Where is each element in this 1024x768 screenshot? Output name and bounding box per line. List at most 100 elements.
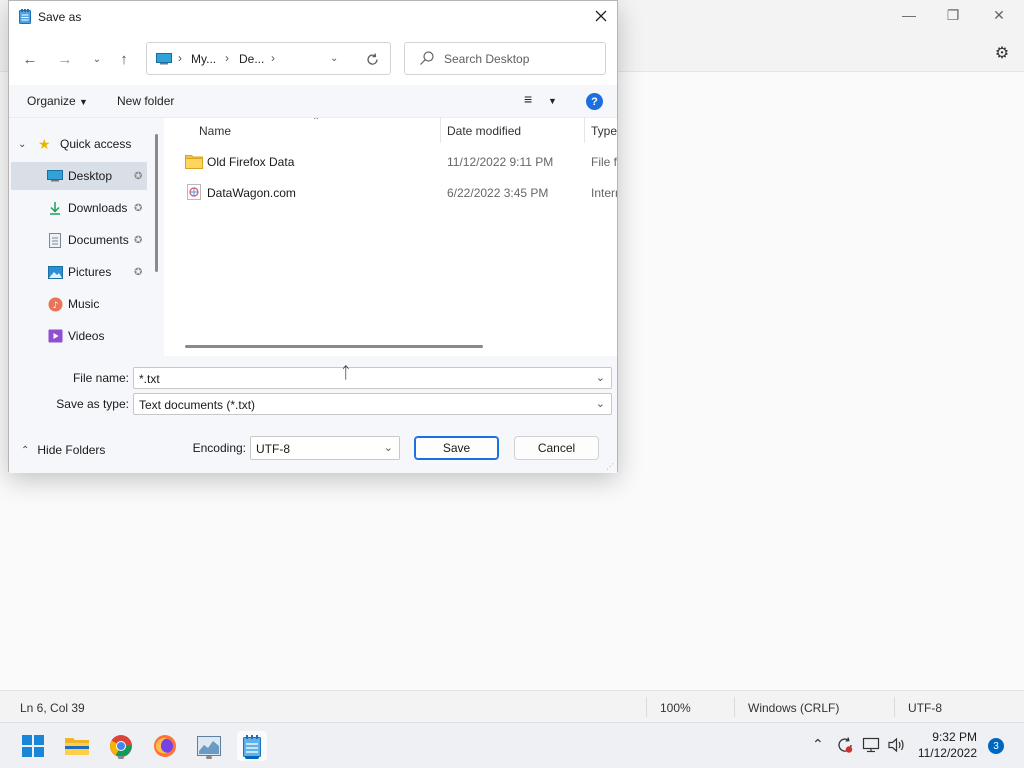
view-options-icon[interactable]: ≡ [524,91,532,107]
file-name: Old Firefox Data [207,155,295,169]
volume-icon[interactable] [888,737,906,753]
file-name: DataWagon.com [207,186,296,200]
navigation-bar: ← → ⌄ ↑ › My... › De... › ⌄ Search Deskt… [9,39,617,77]
new-folder-button[interactable]: New folder [117,94,174,108]
search-icon [420,51,434,65]
notepad-statusbar: Ln 6, Col 39 100% Windows (CRLF) UTF-8 [0,690,1024,722]
nav-item-music[interactable]: ♪ Music [9,290,149,318]
clock-date: 11/12/2022 [917,746,977,760]
chevron-up-icon: ⌃ [21,444,30,456]
nav-quick-access[interactable]: ⌄ ★ Quick access [9,130,149,158]
forward-button[interactable]: → [54,48,76,70]
organize-button[interactable]: Organize ▼ [27,94,88,108]
downloads-icon [47,200,63,216]
settings-gear-icon[interactable]: ⚙ [992,43,1012,63]
chrome-icon [110,735,132,757]
zoom-level: 100% [660,701,691,715]
horizontal-scrollbar[interactable] [185,345,483,348]
minimize-button[interactable]: — [886,0,932,30]
pictures-icon [47,264,63,280]
cancel-button[interactable]: Cancel [514,436,599,460]
column-header-name[interactable]: Name [199,124,231,138]
file-type: File fo [591,155,617,169]
nav-item-pictures[interactable]: Pictures ✪ [9,258,149,286]
pin-icon: ✪ [134,170,143,182]
close-icon [595,10,607,22]
internet-shortcut-icon [187,184,201,200]
save-as-type-label: Save as type: [56,397,129,411]
save-button[interactable]: Save [414,436,499,460]
file-explorer-button[interactable] [62,731,92,761]
file-name-label: File name: [72,371,129,385]
chevron-down-icon[interactable]: ⌄ [596,397,605,410]
resize-grip-icon[interactable]: ⋰ [606,462,614,471]
column-header-date[interactable]: Date modified [447,124,521,138]
music-icon: ♪ [47,296,63,312]
file-row[interactable]: DataWagon.com 6/22/2022 3:45 PM Intern [165,178,617,208]
clock-time: 9:32 PM [932,730,977,744]
file-row[interactable]: Old Firefox Data 11/12/2022 9:11 PM File… [165,147,617,177]
star-icon: ★ [38,135,51,152]
notepad-app-icon [19,9,31,24]
line-endings: Windows (CRLF) [748,701,840,715]
sort-ascending-icon: ⌃ [312,118,321,127]
recent-locations-button[interactable]: ⌄ [86,48,108,70]
nav-item-desktop[interactable]: Desktop ✪ [11,162,147,190]
help-icon[interactable]: ? [586,93,603,110]
firefox-icon [154,735,176,757]
restore-button[interactable]: ❐ [930,0,976,30]
notepad-icon [243,735,261,757]
address-dropdown-icon[interactable]: ⌄ [330,53,338,64]
up-button[interactable]: ↑ [113,48,135,70]
windows-logo-icon [22,735,44,757]
cursor-position: Ln 6, Col 39 [20,701,85,715]
task-manager-button[interactable] [194,731,224,761]
refresh-icon[interactable] [366,53,379,66]
save-as-dialog: Save as ← → ⌄ ↑ › My... › De... › ⌄ Sear… [8,0,618,473]
search-placeholder: Search Desktop [444,52,530,66]
encoding-select[interactable]: UTF-8 ⌄ [250,436,400,460]
file-date: 6/22/2022 3:45 PM [447,186,549,200]
folder-icon [185,155,203,169]
nav-item-documents[interactable]: Documents ✪ [9,226,149,254]
nav-item-videos[interactable]: Videos [9,322,149,350]
hide-folders-button[interactable]: ⌃ Hide Folders [21,443,105,457]
notification-badge[interactable]: 3 [988,738,1004,754]
breadcrumb-segment[interactable]: De... [239,52,264,66]
chevron-down-icon[interactable]: ⌄ [384,441,393,454]
folder-icon [65,738,89,755]
chrome-button[interactable] [106,731,136,761]
chevron-down-icon[interactable]: ⌄ [596,371,605,384]
save-as-type-select[interactable]: Text documents (*.txt) ⌄ [133,393,612,415]
close-window-button[interactable]: ✕ [976,0,1022,30]
breadcrumb-segment[interactable]: My... [191,52,216,66]
save-options-panel: File name: *.txt ⌄ Save as type: Text do… [9,356,617,473]
file-name-input[interactable]: *.txt ⌄ [133,367,612,389]
network-icon[interactable] [862,737,880,753]
back-button[interactable]: ← [19,48,41,70]
firefox-button[interactable] [150,731,180,761]
text-cursor-icon: ᛏ [341,365,351,382]
desktop-icon [47,168,63,184]
address-bar[interactable]: › My... › De... › ⌄ [146,42,391,75]
encoding-label: Encoding: [192,441,246,455]
notepad-taskbar-button[interactable] [237,731,267,761]
file-type: Intern [591,186,617,200]
taskbar: ⌃ 9:32 PM 11/12/2022 3 [0,722,1024,768]
search-box[interactable]: Search Desktop [404,42,606,75]
this-pc-icon [156,53,172,65]
navpane-scrollbar[interactable] [155,134,158,272]
show-hidden-icons-chevron-icon[interactable]: ⌃ [812,736,824,753]
taskbar-clock[interactable]: 9:32 PM 11/12/2022 [918,729,977,761]
file-list: ⌃ Name Date modified Type Old Firefox Da… [165,118,617,356]
pin-icon: ✪ [134,202,143,214]
nav-item-downloads[interactable]: Downloads ✪ [9,194,149,222]
navigation-pane: ⌄ ★ Quick access Desktop ✪ Downloads ✪ D… [9,118,164,356]
start-button[interactable] [18,731,48,761]
dialog-close-button[interactable] [585,1,617,31]
command-bar: Organize ▼ New folder ≡ ▼ ? [9,85,617,118]
file-date: 11/12/2022 9:11 PM [447,155,554,169]
column-header-type[interactable]: Type [591,124,617,138]
view-dropdown-icon[interactable]: ▼ [548,96,557,106]
sync-icon[interactable] [836,736,854,754]
